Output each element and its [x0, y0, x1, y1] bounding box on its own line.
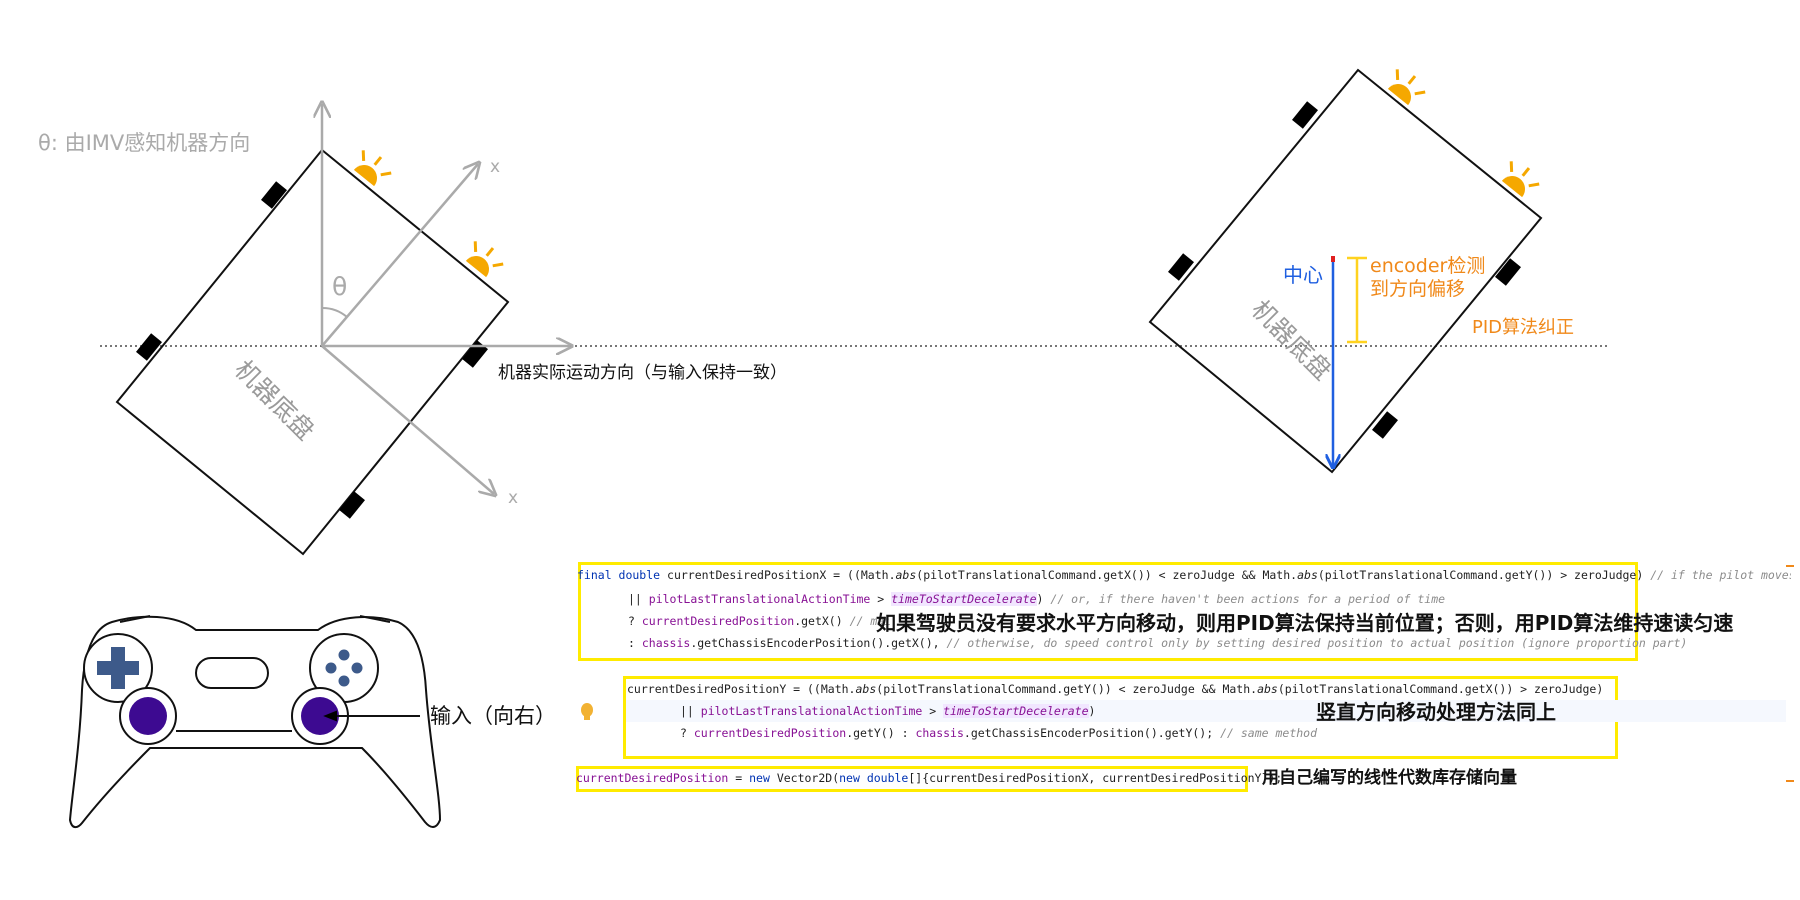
code-line: : chassis.getChassisEncoderPosition().ge…	[628, 636, 1688, 650]
theta-arc	[321, 306, 348, 318]
left-stick	[129, 697, 167, 735]
right-wheel-2	[1168, 253, 1194, 281]
axis-x-lower-label: x	[508, 488, 519, 508]
encoder-bracket	[1347, 256, 1367, 344]
right-wheel-4	[1372, 411, 1398, 439]
code-line: || pilotLastTranslationalActionTime > ti…	[680, 704, 1096, 718]
diagram-canvas	[68, 68, 1794, 829]
center-label: 中心	[1283, 263, 1323, 287]
sun-icon	[1501, 161, 1540, 198]
axis-x-lower	[321, 345, 494, 494]
gamepad	[68, 615, 442, 829]
code-line: || pilotLastTranslationalActionTime > ti…	[628, 592, 1446, 606]
annotation-y: 竖直方向移动处理方法同上	[1316, 700, 1556, 724]
encoder-label-line2: 到方向偏移	[1370, 278, 1466, 300]
code-line: ? currentDesiredPosition.getY() : chassi…	[680, 726, 1318, 740]
encoder-label-line1: encoder检测	[1370, 255, 1486, 277]
gamepad-input-label: 输入（向右）	[430, 704, 556, 728]
motion-direction-label: 机器实际运动方向（与输入保持一致）	[498, 363, 787, 383]
sun-icon	[1387, 69, 1426, 106]
face-button	[338, 649, 350, 661]
axis-x-upper	[321, 164, 478, 347]
pid-label: PID算法纠正	[1472, 317, 1575, 338]
sun-icon	[465, 241, 504, 278]
code-line: currentDesiredPosition = new Vector2D(ne…	[576, 771, 1283, 785]
lightbulb-icon	[581, 703, 593, 720]
axis-x-upper-label: x	[490, 157, 501, 177]
left-chassis-rect	[115, 148, 510, 556]
theta-label: θ	[332, 272, 348, 301]
annotation-vector: 用自己编写的线性代数库存储向量	[1262, 768, 1517, 788]
face-button	[338, 675, 350, 687]
code-line: ? currentDesiredPosition.getX() // mai	[628, 614, 892, 628]
face-button	[325, 662, 337, 674]
annotation-x: 如果驾驶员没有要求水平方向移动，则用PID算法保持当前位置；否则，用PID算法维…	[876, 611, 1734, 635]
code-line: currentDesiredPositionY = ((Math.abs(pil…	[627, 682, 1604, 696]
theta-caption: θ: 由IMV感知机器方向	[38, 131, 251, 155]
code-line: final double currentDesiredPositionX = (…	[577, 570, 1791, 582]
left-wheel-2	[136, 333, 162, 361]
sun-icon	[353, 150, 392, 187]
left-robot-diagram	[115, 104, 570, 556]
left-wheel-1	[261, 181, 287, 209]
right-wheel-3	[1495, 258, 1521, 286]
center-button	[195, 657, 269, 689]
face-button	[351, 662, 363, 674]
center-point	[1331, 256, 1335, 262]
